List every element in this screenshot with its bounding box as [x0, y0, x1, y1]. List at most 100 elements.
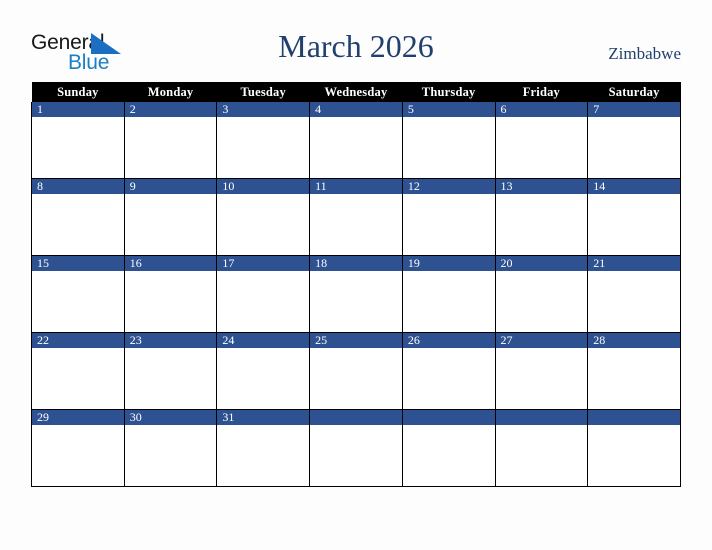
day-content-area[interactable] [32, 194, 124, 255]
day-cell[interactable] [309, 409, 403, 487]
day-cell[interactable] [494, 409, 589, 487]
weekday-header-friday: Friday [495, 82, 588, 102]
day-cell[interactable]: 24 [216, 332, 311, 410]
day-cell[interactable]: 17 [216, 255, 311, 333]
day-content-area[interactable] [124, 271, 217, 332]
day-content-area[interactable] [495, 117, 588, 178]
day-content-area[interactable] [588, 194, 680, 255]
day-content-area[interactable] [217, 271, 310, 332]
day-number [495, 410, 588, 425]
weekday-header-thursday: Thursday [402, 82, 496, 102]
day-cell[interactable]: 7 [587, 102, 681, 179]
day-number: 4 [310, 102, 402, 117]
day-cell[interactable]: 29 [31, 409, 125, 487]
day-number: 28 [588, 333, 680, 348]
day-cell[interactable]: 18 [309, 255, 403, 333]
day-content-area[interactable] [588, 117, 680, 178]
day-content-area[interactable] [588, 348, 680, 409]
calendar-grid: Sunday Monday Tuesday Wednesday Thursday… [31, 82, 681, 487]
day-cell[interactable]: 25 [309, 332, 403, 410]
day-cell[interactable]: 26 [401, 332, 496, 410]
day-content-area[interactable] [32, 271, 124, 332]
day-content-area[interactable] [495, 425, 588, 486]
day-content-area[interactable] [588, 271, 680, 332]
day-cell[interactable]: 27 [494, 332, 589, 410]
calendar-week-row: 8 9 10 11 12 13 14 [31, 178, 681, 256]
day-number: 30 [124, 410, 217, 425]
day-content-area[interactable] [495, 194, 588, 255]
day-number: 9 [124, 179, 217, 194]
day-content-area[interactable] [310, 117, 402, 178]
day-number [588, 410, 680, 425]
day-content-area[interactable] [217, 194, 310, 255]
day-content-area[interactable] [495, 271, 588, 332]
day-cell[interactable]: 1 [31, 102, 125, 179]
day-cell[interactable]: 19 [401, 255, 496, 333]
day-content-area[interactable] [124, 117, 217, 178]
day-cell[interactable]: 22 [31, 332, 125, 410]
day-cell[interactable]: 2 [123, 102, 218, 179]
day-number: 31 [217, 410, 310, 425]
day-cell[interactable]: 3 [216, 102, 311, 179]
day-content-area[interactable] [402, 194, 495, 255]
day-cell[interactable]: 31 [216, 409, 311, 487]
day-cell[interactable]: 8 [31, 178, 125, 256]
day-number: 20 [495, 256, 588, 271]
day-number: 15 [32, 256, 124, 271]
day-cell[interactable]: 12 [401, 178, 496, 256]
calendar-week-row: 1 2 3 4 5 6 7 [31, 102, 681, 179]
day-number: 12 [402, 179, 495, 194]
day-number: 23 [124, 333, 217, 348]
weekday-header-monday: Monday [124, 82, 217, 102]
day-cell[interactable]: 21 [587, 255, 681, 333]
day-content-area[interactable] [32, 425, 124, 486]
day-number: 29 [32, 410, 124, 425]
day-content-area[interactable] [217, 117, 310, 178]
day-cell[interactable] [587, 409, 681, 487]
calendar-week-row: 29 30 31 [31, 409, 681, 487]
day-cell[interactable]: 20 [494, 255, 589, 333]
day-content-area[interactable] [310, 348, 402, 409]
day-content-area[interactable] [402, 425, 495, 486]
day-number: 5 [402, 102, 495, 117]
day-content-area[interactable] [32, 348, 124, 409]
day-cell[interactable]: 13 [494, 178, 589, 256]
day-number: 14 [588, 179, 680, 194]
day-cell[interactable]: 23 [123, 332, 218, 410]
day-content-area[interactable] [402, 348, 495, 409]
day-content-area[interactable] [124, 425, 217, 486]
day-cell[interactable]: 5 [401, 102, 496, 179]
day-number: 1 [32, 102, 124, 117]
day-number: 25 [310, 333, 402, 348]
day-cell[interactable]: 11 [309, 178, 403, 256]
day-content-area[interactable] [310, 271, 402, 332]
day-number: 24 [217, 333, 310, 348]
day-content-area[interactable] [124, 194, 217, 255]
day-content-area[interactable] [217, 348, 310, 409]
day-number: 8 [32, 179, 124, 194]
day-content-area[interactable] [588, 425, 680, 486]
day-number: 13 [495, 179, 588, 194]
day-cell[interactable]: 14 [587, 178, 681, 256]
day-cell[interactable]: 10 [216, 178, 311, 256]
day-content-area[interactable] [310, 425, 402, 486]
day-content-area[interactable] [124, 348, 217, 409]
day-content-area[interactable] [495, 348, 588, 409]
day-cell[interactable]: 28 [587, 332, 681, 410]
day-number: 18 [310, 256, 402, 271]
day-content-area[interactable] [402, 271, 495, 332]
day-cell[interactable]: 15 [31, 255, 125, 333]
day-content-area[interactable] [32, 117, 124, 178]
weekday-header-saturday: Saturday [587, 82, 681, 102]
day-cell[interactable]: 6 [494, 102, 589, 179]
day-content-area[interactable] [217, 425, 310, 486]
day-cell[interactable] [401, 409, 496, 487]
day-content-area[interactable] [402, 117, 495, 178]
day-cell[interactable]: 16 [123, 255, 218, 333]
day-number: 27 [495, 333, 588, 348]
day-number: 16 [124, 256, 217, 271]
day-cell[interactable]: 4 [309, 102, 403, 179]
day-cell[interactable]: 9 [123, 178, 218, 256]
day-content-area[interactable] [310, 194, 402, 255]
day-cell[interactable]: 30 [123, 409, 218, 487]
